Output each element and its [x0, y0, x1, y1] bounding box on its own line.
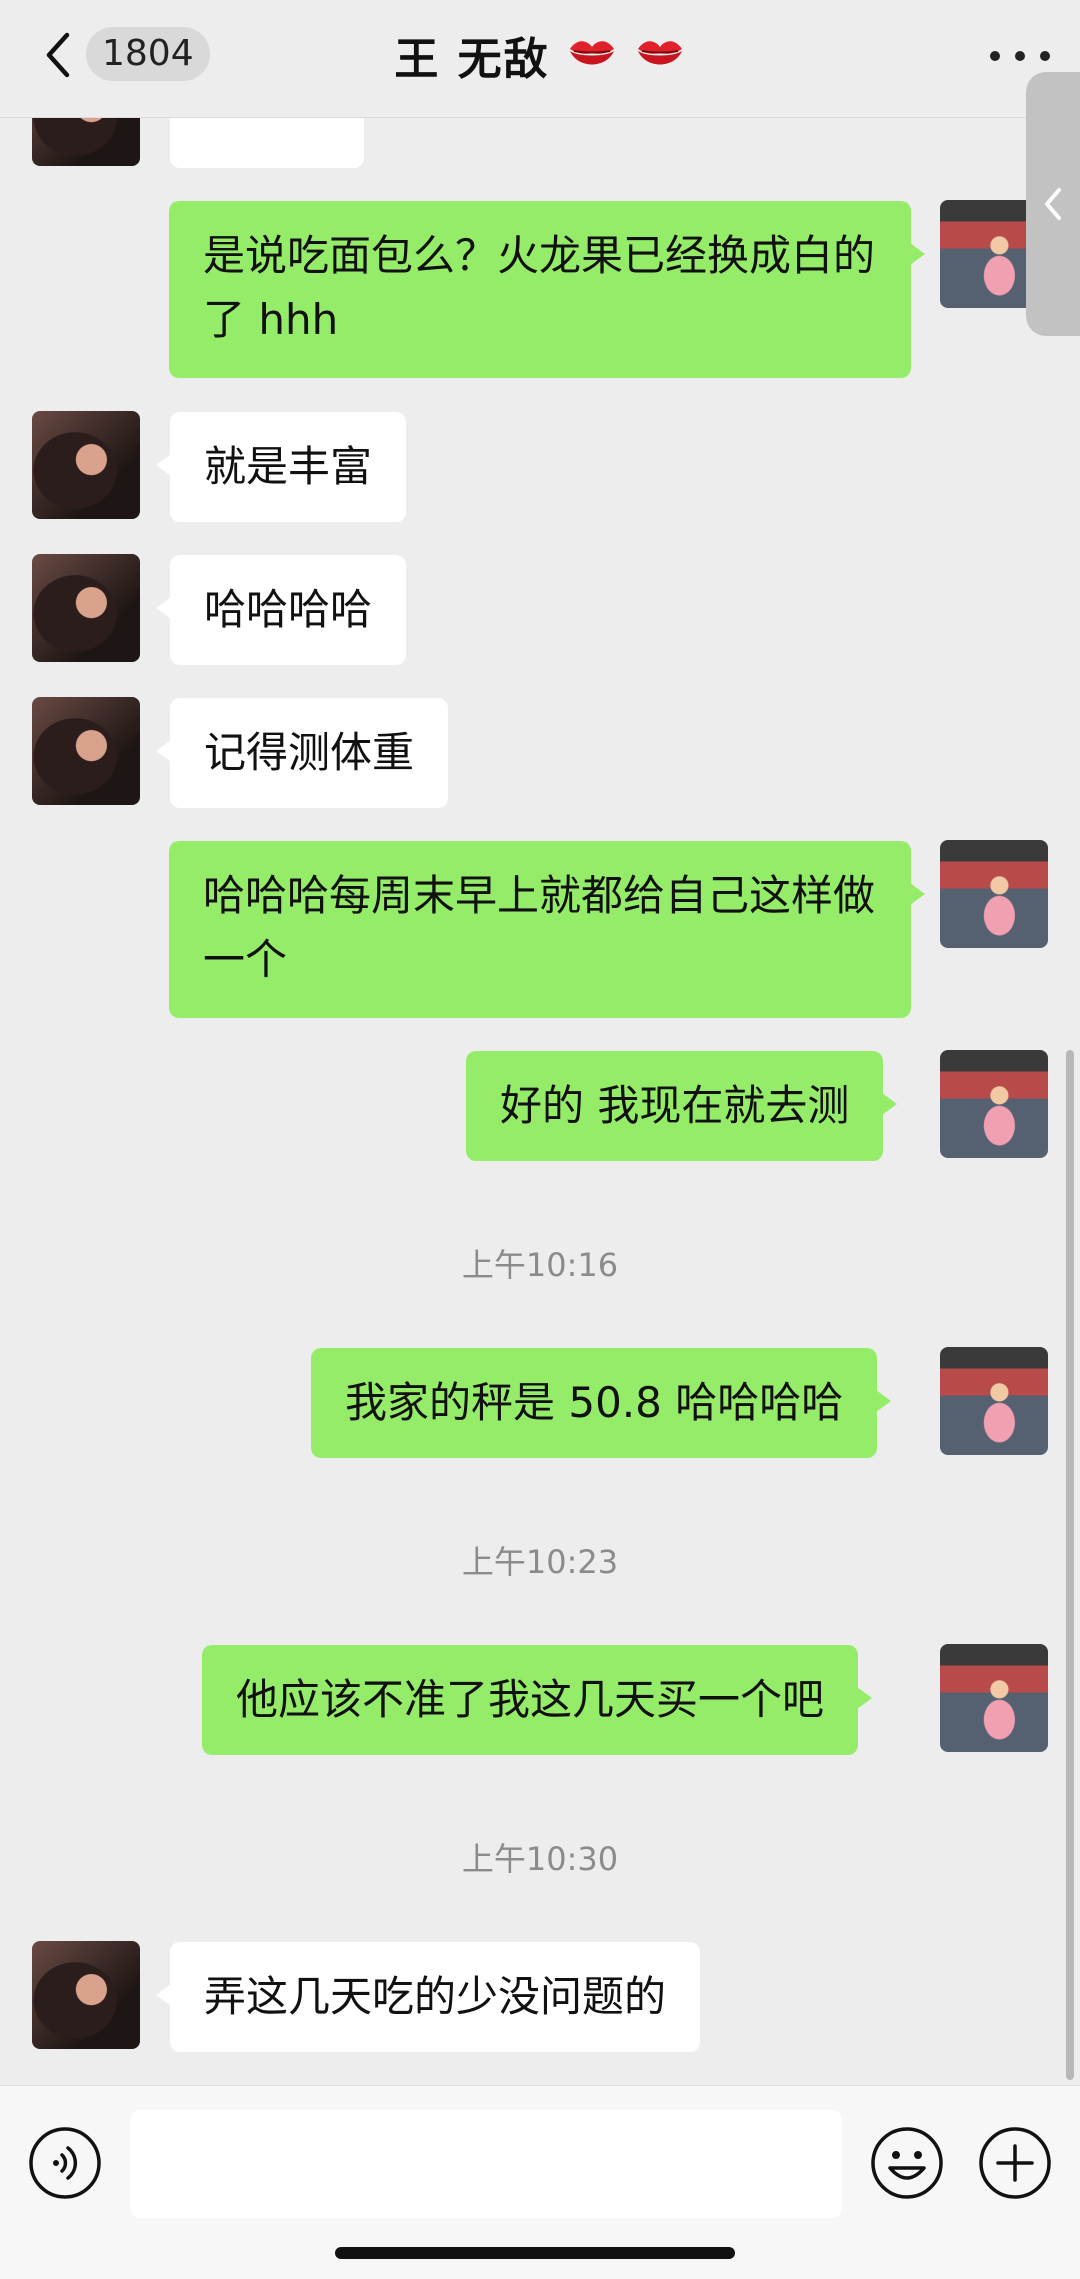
contact-avatar[interactable]	[32, 554, 140, 662]
message-bubble-sent[interactable]: 好的 我现在就去测	[466, 1051, 898, 1161]
emoji-button[interactable]	[870, 2126, 944, 2200]
voice-icon	[29, 2127, 101, 2199]
scrollbar[interactable]	[1066, 1050, 1074, 2080]
chevron-left-icon	[1045, 188, 1061, 220]
message-bubble-received[interactable]: 哈哈哈哈	[155, 555, 407, 665]
message-input[interactable]	[130, 2110, 842, 2218]
my-avatar[interactable]	[940, 1050, 1048, 1158]
my-avatar[interactable]	[940, 840, 1048, 948]
dot	[1015, 51, 1025, 61]
message-bubble-received[interactable]: 弄这几天吃的少没问题的	[155, 1942, 701, 2052]
plus-icon	[979, 2127, 1051, 2199]
emoji-icon	[871, 2127, 943, 2199]
chat-title: 王 无敌	[394, 34, 550, 85]
more-options-button[interactable]	[990, 36, 1050, 76]
message-bubble-sent[interactable]: 他应该不准了我这几天买一个吧	[202, 1645, 873, 1755]
kiss-icon	[637, 41, 682, 65]
dot	[990, 51, 1000, 61]
message-bubble-sent[interactable]: 是说吃面包么？火龙果已经换成白的了 hhh	[169, 201, 925, 378]
message-list[interactable]: 很棒上 是说吃面包么？火龙果已经换成白的了 hhh 就是丰富 哈哈哈哈 记得测体…	[0, 0, 1080, 2085]
dot	[1040, 51, 1050, 61]
voice-button[interactable]	[28, 2126, 102, 2200]
message-bubble-sent[interactable]: 我家的秤是 50.8 哈哈哈哈	[311, 1348, 892, 1458]
my-avatar[interactable]	[940, 1347, 1048, 1455]
kiss-icon	[569, 41, 614, 65]
message-bubble-received[interactable]: 记得测体重	[155, 698, 449, 808]
contact-avatar[interactable]	[32, 411, 140, 519]
timestamp: 上午10:23	[461, 1543, 619, 1581]
chat-header: 1804 王 无敌	[0, 0, 1080, 118]
message-bubble-received[interactable]: 就是丰富	[155, 412, 407, 522]
contact-avatar[interactable]	[32, 1941, 140, 2049]
message-bubble-sent[interactable]: 哈哈哈每周末早上就都给自己这样做一个	[169, 841, 925, 1018]
timestamp: 上午10:30	[461, 1840, 619, 1878]
my-avatar[interactable]	[940, 1644, 1048, 1752]
chat-title-group: 王 无敌	[0, 24, 1080, 86]
side-drawer-handle[interactable]	[1026, 72, 1080, 336]
timestamp: 上午10:16	[461, 1246, 619, 1284]
contact-avatar[interactable]	[32, 697, 140, 805]
more-actions-button[interactable]	[978, 2126, 1052, 2200]
home-indicator[interactable]	[335, 2247, 735, 2259]
